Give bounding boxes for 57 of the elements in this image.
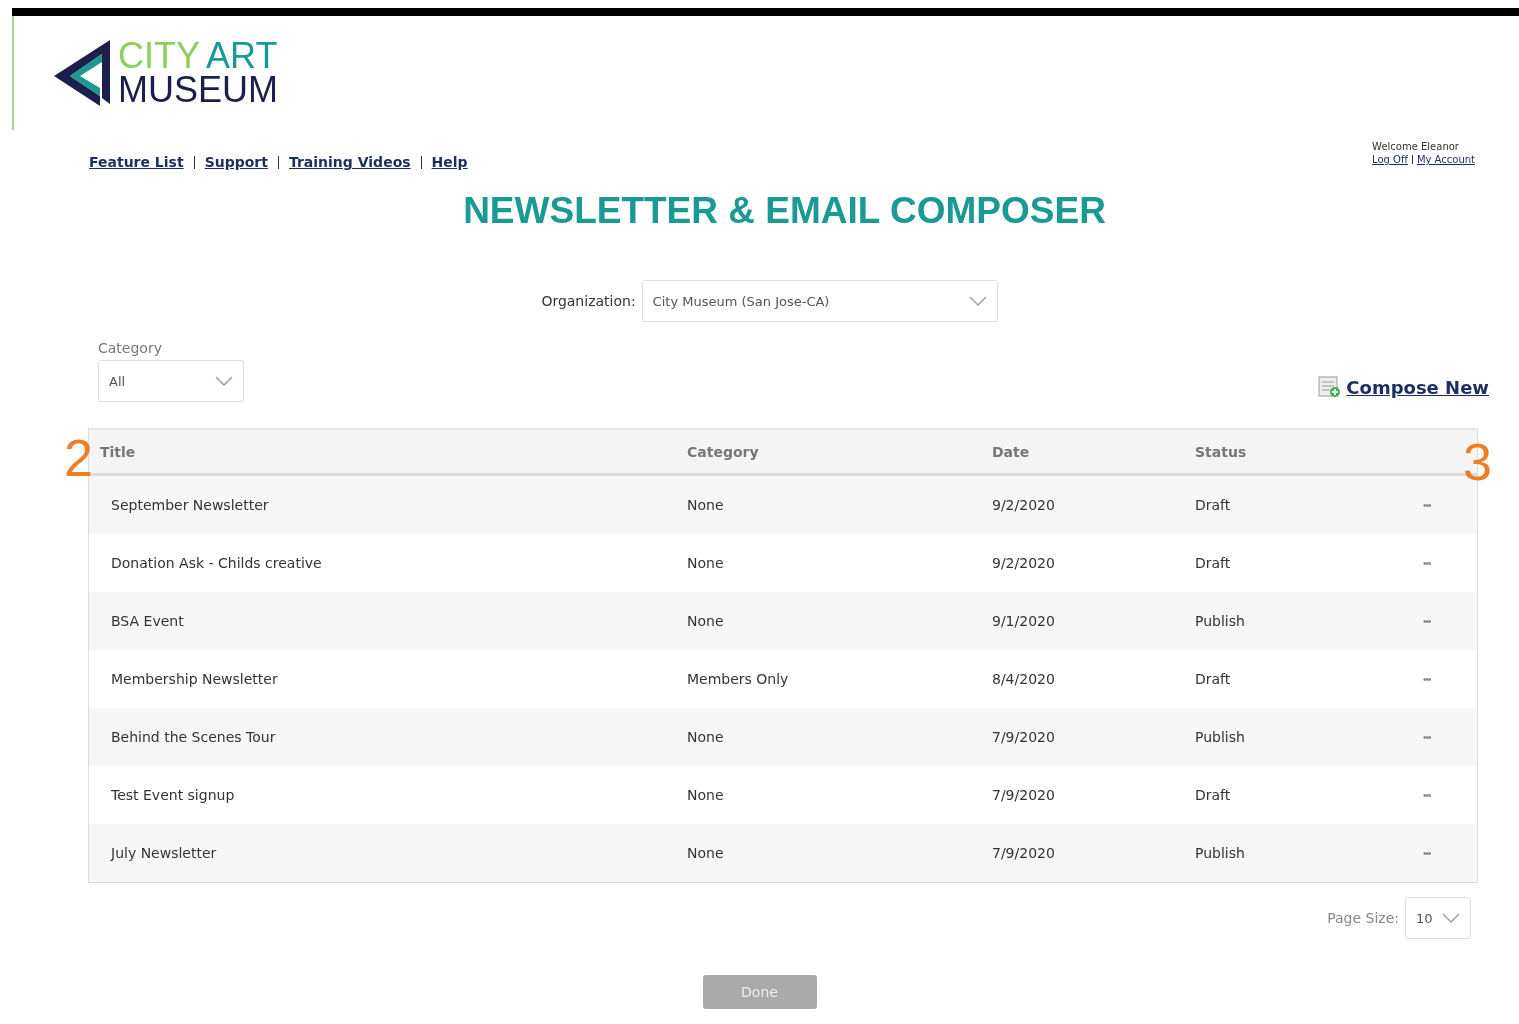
table-cell-text: None: [687, 845, 725, 861]
table-cell-text: 8/4/2020: [992, 671, 1056, 687]
table-cell-text: Draft: [1195, 671, 1232, 687]
table-cell-text: Donation Ask - Childs creative: [110, 555, 323, 571]
table-cell-text: Publish: [1195, 729, 1246, 745]
chevron-down-icon: [1442, 913, 1460, 923]
table-cell-text: 7/9/2020: [992, 787, 1056, 803]
table-cell-text: None: [687, 613, 725, 629]
table-cell-text: Behind the Scenes Tour: [110, 729, 277, 745]
column-header: Title: [99, 443, 137, 460]
page-title: NEWSLETTER & EMAIL COMPOSER: [462, 189, 1107, 232]
page-size-label: Page Size:: [1327, 910, 1399, 926]
table-cell-text: BSA Event: [110, 613, 185, 629]
account-link[interactable]: My Account: [1416, 153, 1475, 166]
more-options-button[interactable]: •••: [1423, 557, 1431, 569]
account-link[interactable]: Log Off: [1372, 153, 1408, 166]
table-cell-text: 9/2/2020: [992, 555, 1056, 571]
nav-link[interactable]: Training Videos: [288, 154, 411, 170]
table-cell-text: None: [687, 787, 725, 803]
logo: CITY ART MUSEUM: [52, 38, 278, 108]
callout-number: 2: [64, 432, 93, 484]
column-header: Status: [1195, 443, 1248, 460]
page-size-dropdown[interactable]: 10: [1405, 897, 1471, 939]
table-cell-text: None: [687, 729, 725, 745]
compose-new-link[interactable]: Compose New: [1346, 376, 1489, 398]
table-cell-text: 7/9/2020: [992, 729, 1056, 745]
column-header: Category: [687, 443, 760, 460]
nav-link[interactable]: Support: [204, 154, 268, 170]
table-cell-text: Test Event signup: [110, 787, 236, 803]
table-cell-text: 9/2/2020: [992, 497, 1056, 513]
chevron-down-icon: [215, 376, 233, 386]
table-cell-text: Membership Newsletter: [110, 671, 279, 687]
table-cell-text: Draft: [1195, 787, 1232, 803]
table-cell-text: September Newsletter: [110, 497, 270, 513]
table-cell-text: None: [687, 555, 725, 571]
welcome-text: Welcome Eleanor: [1372, 140, 1460, 153]
table-cell-text: Publish: [1195, 613, 1246, 629]
more-options-button[interactable]: •••: [1423, 789, 1431, 801]
document-add-icon: [1318, 376, 1343, 398]
nav-link[interactable]: Help: [431, 154, 468, 170]
table-cell-text: Members Only: [687, 671, 790, 687]
table-cell-text: Draft: [1195, 555, 1232, 571]
column-header: Date: [992, 443, 1031, 460]
table-cell-text: Publish: [1195, 845, 1246, 861]
callout-number: 3: [1463, 436, 1492, 488]
table-cell-text: Draft: [1195, 497, 1232, 513]
category-label: Category: [98, 340, 163, 356]
chevron-down-icon: [968, 296, 987, 306]
organization-label: Organization:: [541, 293, 636, 309]
table-cell-text: July Newsletter: [109, 845, 218, 861]
category-dropdown[interactable]: All: [98, 360, 244, 402]
table-cell-text: 9/1/2020: [992, 613, 1056, 629]
more-options-button[interactable]: •••: [1423, 673, 1431, 685]
organization-dropdown[interactable]: City Museum (San Jose-CA): [641, 280, 998, 322]
nav-link[interactable]: Feature List: [89, 154, 184, 170]
table-cell-text: None: [687, 497, 725, 513]
table-cell-text: 7/9/2020: [992, 845, 1056, 861]
